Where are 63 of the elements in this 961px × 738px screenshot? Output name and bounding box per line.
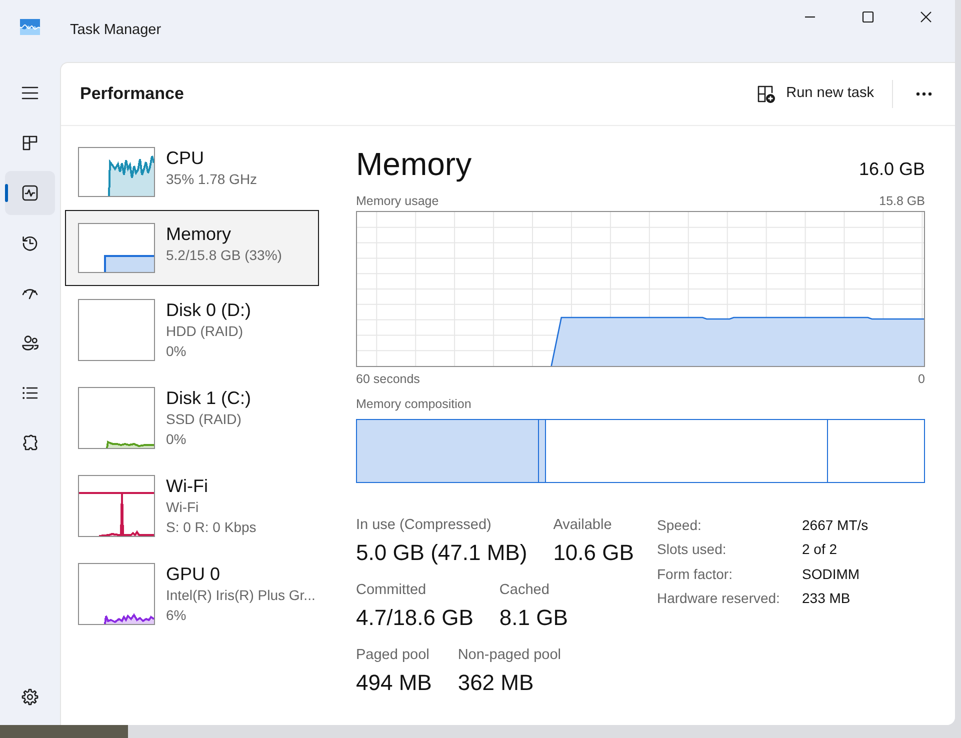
resource-detail: 0% [166, 342, 188, 361]
stat-value: 494 MB [356, 669, 432, 697]
spec-label: Form factor: [657, 564, 734, 584]
spec-label: Speed: [657, 516, 702, 535]
page-title: Performance [80, 84, 184, 104]
sidebar-item[interactable]: GPU 0 Intel(R) Iris(R) Plus Gr... 6% [65, 550, 319, 638]
stat-value: 4.7/18.6 GB [356, 604, 474, 632]
resource-name: CPU [166, 147, 206, 169]
more-icon [916, 92, 932, 96]
app-logo-icon [20, 19, 40, 35]
spec-value: SODIMM [802, 564, 861, 584]
graph-label: Memory composition [356, 396, 472, 413]
pulse-icon [20, 183, 40, 203]
spec-label: Hardware reserved: [657, 588, 781, 608]
spec-value: 233 MB [802, 588, 852, 608]
resource-detail: 5.2/15.8 GB (33%) [166, 246, 282, 265]
stat-label: In use (Compressed) [356, 516, 492, 535]
resource-name: Wi-Fi [166, 475, 209, 497]
resource-detail: 6% [166, 606, 188, 625]
maximize-icon [862, 11, 874, 23]
spec-value: 2 of 2 [802, 540, 838, 560]
resource-detail: Wi-Fi [166, 498, 200, 517]
resource-detail: S: 0 R: 0 Kbps [166, 518, 256, 537]
spec-value: 2667 MT/s [802, 516, 868, 535]
total-capacity: 16.0 GB [858, 158, 925, 181]
users-icon [20, 333, 40, 353]
resource-name: Disk 1 (C:) [166, 387, 251, 409]
resource-detail: 35% 1.78 GHz [166, 170, 258, 189]
stat-label: Paged pool [356, 646, 430, 665]
stat-label: Cached [499, 581, 550, 600]
sidebar-item[interactable]: CPU 35% 1.78 GHz [65, 134, 319, 210]
stat-value: 5.0 GB (47.1 MB) [356, 539, 528, 567]
sidebar-item[interactable]: Disk 0 (D:) HDD (RAID) 0% [65, 286, 319, 374]
stat-label: Available [553, 516, 613, 535]
sidebar-item[interactable]: Disk 1 (C:) SSD (RAID) 0% [65, 374, 319, 462]
resource-detail: SSD (RAID) [166, 410, 242, 429]
graph-max-label: 15.8 GB [879, 193, 925, 210]
close-icon [920, 11, 932, 23]
stat-value: 8.1 GB [499, 604, 568, 632]
stat-value: 10.6 GB [553, 539, 634, 567]
run-new-task-button[interactable]: Run new task [746, 77, 884, 111]
window-title: Task Manager [70, 21, 162, 39]
resource-name: Memory [166, 223, 232, 245]
section-title: Memory [356, 145, 472, 183]
stat-value: 362 MB [458, 669, 535, 697]
resource-detail: HDD (RAID) [166, 322, 244, 341]
resource-detail: 0% [166, 430, 188, 449]
stat-label: Non-paged pool [458, 646, 562, 665]
stat-label: Committed [356, 581, 428, 600]
tiles-plus-icon [756, 84, 776, 104]
sidebar-item[interactable]: Memory 5.2/15.8 GB (33%) [65, 210, 319, 286]
axis-start-label: 60 seconds [356, 371, 420, 388]
resource-name: Disk 0 (D:) [166, 299, 251, 321]
tiles-icon [20, 133, 40, 153]
graph-label: Memory usage [356, 193, 439, 210]
sidebar-item[interactable]: Wi-Fi Wi-Fi S: 0 R: 0 Kbps [65, 462, 319, 550]
axis-end-label: 0 [918, 371, 925, 388]
settings-icon [20, 687, 40, 707]
resource-name: GPU 0 [166, 563, 222, 585]
resource-detail: Intel(R) Iris(R) Plus Gr... [166, 586, 316, 605]
nav-button[interactable] [5, 171, 55, 215]
puzzle-icon [20, 433, 40, 453]
spec-label: Slots used: [657, 540, 728, 560]
